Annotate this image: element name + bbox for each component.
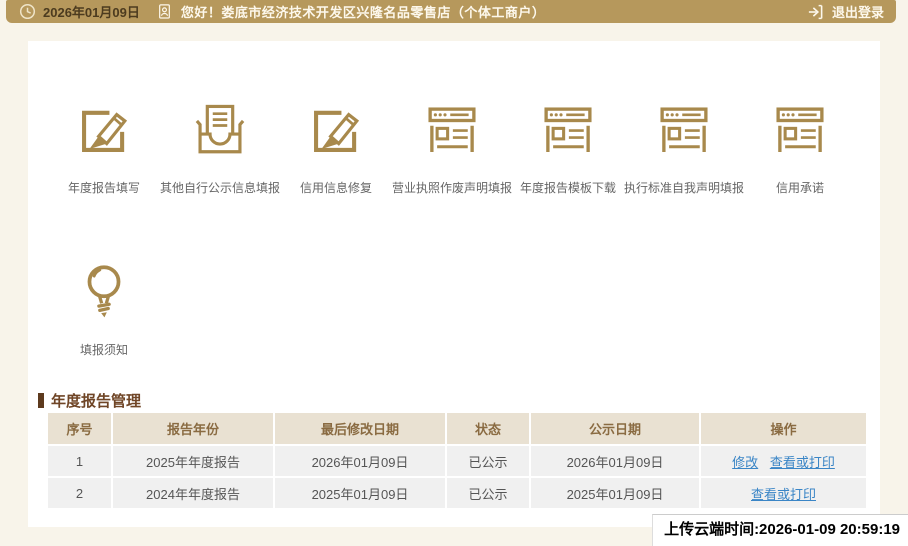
menu-item-other-self-disclosure[interactable]: 其他自行公示信息填报 bbox=[160, 99, 281, 196]
logout-button[interactable]: 退出登录 bbox=[807, 2, 884, 21]
form-page-icon bbox=[654, 99, 714, 159]
form-page-icon bbox=[538, 99, 598, 159]
cell-publish-date: 2025年01月09日 bbox=[530, 477, 701, 510]
column-header-last-modified: 最后修改日期 bbox=[274, 413, 447, 446]
menu-item-annual-report-fill[interactable]: 年度报告填写 bbox=[46, 99, 162, 196]
menu-item-credit-commitment[interactable]: 信用承诺 bbox=[742, 99, 858, 196]
column-header-report-year: 报告年份 bbox=[112, 413, 275, 446]
clock-icon bbox=[18, 2, 37, 21]
menu-item-label: 年度报告填写 bbox=[67, 181, 140, 195]
menu-item-credit-info-repair[interactable]: 信用信息修复 bbox=[278, 99, 394, 196]
greeting-text: 您好！娄底市经济技术开发区兴隆名品零售店（个体工商户） bbox=[180, 5, 546, 20]
lightbulb-icon bbox=[74, 255, 134, 325]
user-badge-icon bbox=[156, 3, 173, 20]
cell-report-year: 2025年年度报告 bbox=[112, 445, 275, 478]
table-row: 1 2025年年度报告 2026年01月09日 已公示 2026年01月09日 … bbox=[48, 445, 866, 478]
menu-item-label: 信用信息修复 bbox=[299, 181, 372, 195]
column-header-publish-date: 公示日期 bbox=[530, 413, 701, 446]
menu-item-label: 营业执照作废声明填报 bbox=[392, 181, 513, 195]
column-header-actions: 操作 bbox=[700, 413, 866, 446]
menu-row-notice: 填报须知 bbox=[46, 255, 162, 358]
table-row: 2 2024年年度报告 2025年01月09日 已公示 2025年01月09日 … bbox=[48, 477, 866, 510]
logout-label: 退出登录 bbox=[831, 5, 884, 20]
menu-item-label: 年度报告模板下载 bbox=[519, 181, 616, 195]
menu-item-label: 执行标准自我声明填报 bbox=[624, 181, 745, 195]
cell-status: 已公示 bbox=[446, 477, 531, 510]
main-panel: 年度报告填写 其他自行公示信息填报 信用信息修复 营业执照作废声明填报 年度报告… bbox=[28, 41, 880, 527]
cell-actions: 修改 查看或打印 bbox=[700, 445, 866, 478]
cell-report-year: 2024年年度报告 bbox=[112, 477, 275, 510]
edit-pencil-icon bbox=[305, 99, 367, 159]
modify-link[interactable]: 修改 bbox=[732, 455, 758, 470]
cell-publish-date: 2026年01月09日 bbox=[530, 445, 701, 478]
exit-icon bbox=[807, 3, 825, 21]
cell-actions: 查看或打印 bbox=[700, 477, 866, 510]
menu-item-label: 其他自行公示信息填报 bbox=[160, 181, 281, 195]
menu-item-license-void-declaration[interactable]: 营业执照作废声明填报 bbox=[392, 99, 513, 196]
title-marker bbox=[38, 393, 44, 408]
current-date: 2026年01月09日 bbox=[43, 5, 140, 20]
cell-last-modified: 2025年01月09日 bbox=[274, 477, 447, 510]
view-or-print-link[interactable]: 查看或打印 bbox=[751, 487, 816, 502]
cell-status: 已公示 bbox=[446, 445, 531, 478]
cell-seq: 2 bbox=[48, 477, 113, 510]
menu-item-filing-notice[interactable]: 填报须知 bbox=[46, 255, 162, 358]
inbox-document-icon bbox=[189, 99, 251, 159]
column-header-status: 状态 bbox=[446, 413, 531, 446]
column-header-seq: 序号 bbox=[48, 413, 113, 446]
form-page-icon bbox=[422, 99, 482, 159]
edit-pencil-icon bbox=[73, 99, 135, 159]
view-or-print-link[interactable]: 查看或打印 bbox=[770, 455, 835, 470]
menu-row: 年度报告填写 其他自行公示信息填报 信用信息修复 营业执照作废声明填报 年度报告… bbox=[46, 99, 858, 196]
upload-time-text: 上传云端时间:2026-01-09 20:59:19 bbox=[652, 514, 908, 546]
menu-item-standard-self-declaration[interactable]: 执行标准自我声明填报 bbox=[624, 99, 745, 196]
annual-report-table: 序号 报告年份 最后修改日期 状态 公示日期 操作 1 2025年年度报告 20… bbox=[48, 413, 866, 510]
menu-item-label: 信用承诺 bbox=[775, 181, 824, 195]
table-header-row: 序号 报告年份 最后修改日期 状态 公示日期 操作 bbox=[48, 413, 866, 446]
menu-item-annual-report-template-download[interactable]: 年度报告模板下载 bbox=[510, 99, 626, 196]
section-title-text: 年度报告管理 bbox=[51, 393, 142, 410]
topbar: 2026年01月09日 您好！娄底市经济技术开发区兴隆名品零售店（个体工商户） … bbox=[6, 0, 896, 23]
cell-last-modified: 2026年01月09日 bbox=[274, 445, 447, 478]
annual-report-section-title: 年度报告管理 bbox=[38, 390, 141, 411]
form-page-icon bbox=[770, 99, 830, 159]
menu-item-label: 填报须知 bbox=[79, 343, 128, 357]
cell-seq: 1 bbox=[48, 445, 113, 478]
